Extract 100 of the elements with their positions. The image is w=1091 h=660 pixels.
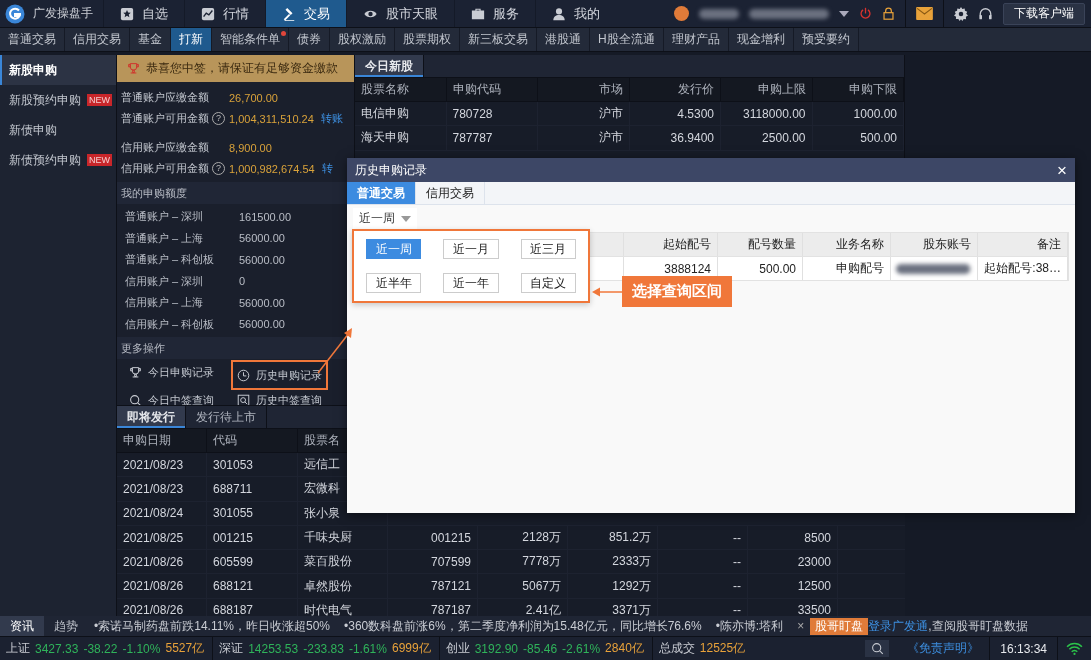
disclaimer-link[interactable]: 《免责声明》 — [897, 640, 990, 657]
account-label: 信用账户 – 科创板 — [125, 316, 216, 332]
sub-tab[interactable]: 现金增利 — [728, 28, 794, 51]
mail-icon[interactable] — [916, 7, 933, 20]
account-label: 信用账户 – 深圳 — [125, 273, 205, 289]
panel-tab[interactable]: 今日新股 — [355, 55, 424, 77]
panel-tab[interactable]: 发行待上市 — [186, 406, 267, 428]
sub-tab[interactable]: H股全流通 — [590, 28, 664, 51]
news-tab[interactable]: 资讯 — [0, 616, 44, 636]
table-cell: 2021/08/26 — [117, 550, 207, 574]
dialog-title: 历史申购记录 — [355, 161, 427, 179]
news-item[interactable]: •陈亦博:塔利 — [709, 617, 792, 635]
login-hint: ,查阅股哥盯盘数据 — [928, 617, 1029, 635]
range-option[interactable]: 近三月 — [520, 239, 576, 259]
table-cell: 菜百股份 — [298, 550, 388, 574]
table-cell: 起始配号:38… — [978, 257, 1068, 280]
amount-value: 8,900.00 — [229, 141, 272, 154]
close-button[interactable]: × — [1057, 161, 1067, 179]
panel-tab[interactable]: 即将发行 — [117, 406, 186, 428]
account-label: 普通账户 – 科创板 — [125, 252, 216, 268]
table-cell: 301055 — [207, 501, 298, 525]
amount-value: 1,000,982,674.54 — [229, 162, 315, 175]
index-name: 深证 — [219, 640, 244, 657]
range-option[interactable]: 近一月 — [443, 239, 499, 259]
wifi-icon — [1066, 642, 1083, 655]
headset-icon[interactable] — [978, 6, 993, 21]
dialog-tab[interactable]: 普通交易 — [347, 182, 416, 204]
range-dropdown[interactable]: 近一周 — [353, 208, 417, 229]
caret-icon[interactable] — [839, 10, 849, 17]
table-cell: -- — [658, 574, 748, 598]
sub-tab[interactable]: 预受要约 — [793, 28, 859, 51]
lock-icon[interactable] — [882, 7, 895, 20]
sidebar-item[interactable]: 新股申购 — [0, 55, 116, 85]
sidebar-label: 新债预约申购 — [9, 151, 81, 169]
sidebar-item[interactable]: 新股预约申购 NEW — [0, 85, 116, 115]
table-cell: 36.9400 — [629, 126, 721, 150]
nav-tab[interactable]: 交易 — [265, 0, 346, 27]
sub-tab[interactable]: 新三板交易 — [460, 28, 537, 51]
sidebar-item[interactable]: 新债预约申购 NEW — [0, 145, 116, 175]
nav-tab[interactable]: 我的 — [535, 0, 616, 27]
settings-icon[interactable] — [954, 6, 968, 21]
table-cell: 8500 — [748, 525, 838, 550]
amount-value: 26,700.00 — [229, 91, 278, 104]
dialog-tab[interactable]: 信用交易 — [416, 182, 485, 204]
turnover-value: 12525亿 — [699, 640, 746, 657]
trophy-icon — [129, 365, 142, 379]
sub-tab[interactable]: 股票期权 — [395, 28, 460, 51]
close-button[interactable]: × — [791, 619, 811, 633]
nav-tab[interactable]: 自选 — [103, 0, 184, 27]
table-cell: 沪市 — [538, 126, 630, 150]
field-label: 普通账户应缴金额 — [121, 90, 209, 105]
clock-icon — [237, 368, 250, 382]
news-item[interactable]: •360数科盘前涨6%，第二季度净利润为15.48亿元，同比增长76.6% — [338, 617, 710, 635]
sub-tab[interactable]: 信用交易 — [65, 28, 130, 51]
index-name: 创业 — [445, 640, 470, 657]
table-cell: 688121 — [207, 574, 298, 598]
table-cell: 1000.00 — [812, 102, 904, 126]
action-link[interactable]: 今日中签查询 — [125, 390, 218, 405]
sub-tab[interactable]: 智能条件单 — [212, 28, 289, 51]
power-icon[interactable] — [859, 7, 872, 20]
sub-tab[interactable]: 债券 — [289, 28, 330, 51]
range-option[interactable]: 近半年 — [366, 273, 422, 293]
index-percent: -2.61% — [562, 641, 601, 656]
login-link[interactable]: 登录广发通 — [868, 617, 929, 635]
transfer-link[interactable]: 转 — [321, 161, 333, 176]
table-cell: 1292万 — [568, 574, 658, 598]
table-cell: 2333万 — [568, 550, 658, 574]
sub-tab[interactable]: 股权激励 — [330, 28, 395, 51]
field-label: 信用账户应缴金额 — [121, 140, 209, 155]
nav-tab[interactable]: 股市天眼 — [346, 0, 454, 27]
sidebar-label: 新股预约申购 — [9, 91, 81, 109]
action-link[interactable]: 历史申购记录 — [233, 362, 326, 388]
sub-tab[interactable]: 港股通 — [537, 28, 590, 51]
range-option[interactable]: 自定义 — [520, 273, 576, 293]
news-tab[interactable]: 趋势 — [44, 616, 88, 636]
sub-tab[interactable]: 打新 — [171, 28, 212, 51]
sub-tab[interactable]: 理财产品 — [663, 28, 729, 51]
table-cell: 851.2万 — [568, 525, 658, 550]
action-link[interactable]: 今日申购记录 — [125, 362, 218, 382]
notice-text: 恭喜您中签，请保证有足够资金缴款 — [146, 60, 338, 77]
table-cell: 780728 — [446, 102, 538, 126]
new-badge: NEW — [87, 94, 112, 106]
table-cell: 500.00 — [812, 126, 904, 150]
index-change: -233.83 — [303, 641, 344, 656]
medal-icon — [127, 62, 140, 75]
sidebar-item[interactable]: 新债申购 — [0, 115, 116, 145]
quota-value: 161500.00 — [239, 210, 291, 223]
transfer-link[interactable]: 转账 — [320, 111, 343, 126]
news-item[interactable]: •索诺马制药盘前跌14.11%，昨日收涨超50% — [88, 617, 339, 635]
turnover-value: 2840亿 — [605, 640, 644, 657]
search-button[interactable] — [865, 640, 890, 657]
range-option[interactable]: 近一周 — [366, 239, 422, 259]
nav-tab[interactable]: 服务 — [454, 0, 535, 27]
action-link[interactable]: 历史中签查询 — [233, 390, 326, 405]
table-cell: 千味央厨 — [298, 525, 388, 550]
range-option[interactable]: 近一年 — [443, 273, 499, 293]
table-cell: 605599 — [207, 550, 298, 574]
sub-tab[interactable]: 普通交易 — [0, 28, 65, 51]
briefcase-icon — [471, 6, 485, 21]
download-button[interactable]: 下载客户端 — [1003, 2, 1085, 25]
